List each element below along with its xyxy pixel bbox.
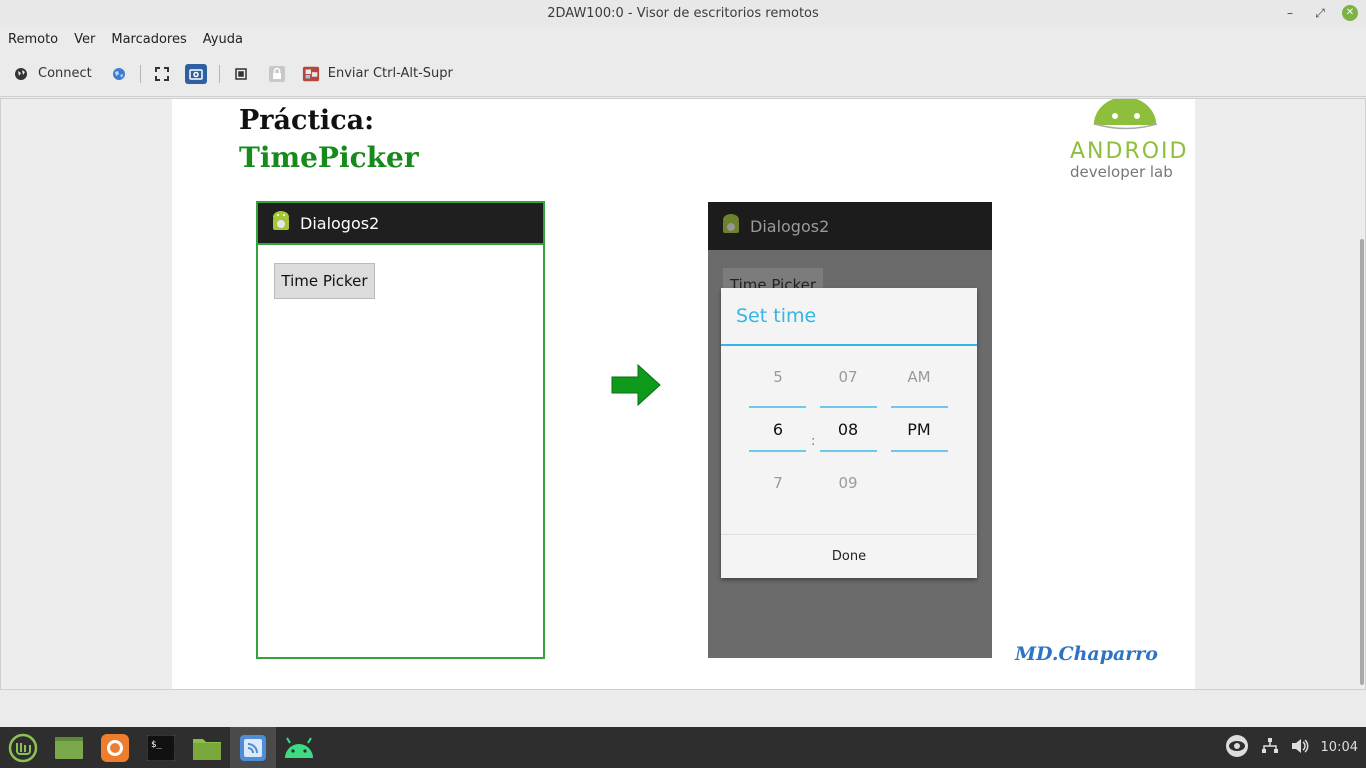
minute-prev: 07 <box>838 368 858 386</box>
time-picker-button: Time Picker <box>274 263 375 299</box>
time-picker-dialog: Set time 5 6 7 : 07 08 09 AM PM Done <box>721 288 977 578</box>
menu-bar: Remoto Ver Marcadores Ayuda <box>0 27 1366 51</box>
logo-subtitle: developer lab <box>1070 163 1173 181</box>
android-logo: ANDROID developer lab <box>1060 99 1190 189</box>
maximize-icon[interactable]: ⤢ <box>1312 6 1328 21</box>
mint-menu-icon[interactable] <box>0 727 46 768</box>
phone-screenshot-after: Dialogos2 Time Picker Set time 5 6 7 : 0… <box>708 202 992 658</box>
done-button: Done <box>721 534 977 578</box>
firefox-icon[interactable] <box>92 727 138 768</box>
redshift-eye-icon[interactable] <box>1225 734 1249 762</box>
terminal-icon[interactable]: $_ <box>138 727 184 768</box>
minute-current: 08 <box>837 420 859 439</box>
lock-icon[interactable] <box>268 65 286 83</box>
menu-ayuda[interactable]: Ayuda <box>203 32 243 47</box>
screenshot-icon[interactable] <box>184 63 207 84</box>
android-app-icon <box>270 209 292 237</box>
toolbar-divider <box>218 64 220 83</box>
phone-screenshot-before: Dialogos2 Time Picker <box>256 201 545 659</box>
send-cad-label: Enviar Ctrl-Alt-Supr <box>327 66 453 81</box>
hour-prev: 5 <box>773 368 783 386</box>
window-titlebar: 2DAW100:0 - Visor de escritorios remotos… <box>0 0 1366 27</box>
divider-line <box>891 406 948 408</box>
minute-next: 09 <box>838 474 858 492</box>
app-action-bar: Dialogos2 <box>708 202 992 250</box>
menu-marcadores[interactable]: Marcadores <box>111 32 186 47</box>
android-studio-icon[interactable] <box>276 727 322 768</box>
vertical-scrollbar[interactable] <box>1360 239 1364 685</box>
volume-icon[interactable] <box>1291 738 1309 758</box>
logo-wordmark: ANDROID <box>1070 139 1189 164</box>
divider-line <box>749 406 806 408</box>
files-icon[interactable] <box>184 727 230 768</box>
presentation-slide: Práctica: TimePicker ANDROID developer l… <box>172 99 1195 689</box>
hour-current: 6 <box>772 420 784 439</box>
show-desktop-icon[interactable] <box>46 727 92 768</box>
close-icon[interactable]: ✕ <box>1342 5 1358 21</box>
send-ctrl-alt-del-button[interactable]: Enviar Ctrl-Alt-Supr <box>302 65 453 83</box>
ampm-prev: AM <box>907 368 931 386</box>
remote-display[interactable]: Práctica: TimePicker ANDROID developer l… <box>0 98 1366 690</box>
clock[interactable]: 10:04 <box>1321 740 1358 755</box>
system-tray: 10:04 <box>1225 727 1358 768</box>
remote-viewer-icon[interactable] <box>230 727 276 768</box>
network-icon[interactable] <box>1261 737 1279 758</box>
menu-remoto[interactable]: Remoto <box>8 32 58 47</box>
time-separator: : <box>811 434 816 449</box>
slide-subtitle: TimePicker <box>239 141 419 174</box>
menu-ver[interactable]: Ver <box>74 32 95 47</box>
window-title: 2DAW100:0 - Visor de escritorios remotos <box>547 6 819 21</box>
divider-line <box>820 450 877 452</box>
taskbar: $_ 10:04 <box>0 727 1366 768</box>
connect-button[interactable]: Connect <box>12 65 92 83</box>
svg-text:$_: $_ <box>151 740 162 750</box>
toolbar-divider <box>139 64 141 83</box>
dialog-title: Set time <box>721 288 977 346</box>
android-app-icon <box>720 212 742 240</box>
slide-title: Práctica: <box>239 105 375 136</box>
fullscreen-icon[interactable] <box>153 65 171 83</box>
app-action-bar: Dialogos2 <box>258 203 543 245</box>
divider-line <box>891 450 948 452</box>
divider-line <box>749 450 806 452</box>
ampm-current: PM <box>907 420 931 439</box>
connect-label: Connect <box>38 66 92 81</box>
keyboard-icon <box>302 65 320 83</box>
app-title: Dialogos2 <box>300 213 380 233</box>
globe-icon <box>12 65 30 83</box>
toolbar: Connect Enviar Ctrl-Alt-Supr <box>0 51 1366 97</box>
android-robot-icon <box>1093 99 1158 130</box>
hour-next: 7 <box>773 474 783 492</box>
network-globe-icon[interactable] <box>110 65 128 83</box>
arrow-right-icon <box>611 363 661 407</box>
app-title: Dialogos2 <box>750 216 830 236</box>
scaling-icon[interactable] <box>232 65 250 83</box>
author-credit: MD.Chaparro <box>1015 643 1158 665</box>
time-spinner: 5 6 7 : 07 08 09 AM PM <box>721 348 977 534</box>
divider-line <box>820 406 877 408</box>
minimize-icon[interactable]: – <box>1282 6 1298 20</box>
window-controls: – ⤢ ✕ <box>1282 5 1358 21</box>
